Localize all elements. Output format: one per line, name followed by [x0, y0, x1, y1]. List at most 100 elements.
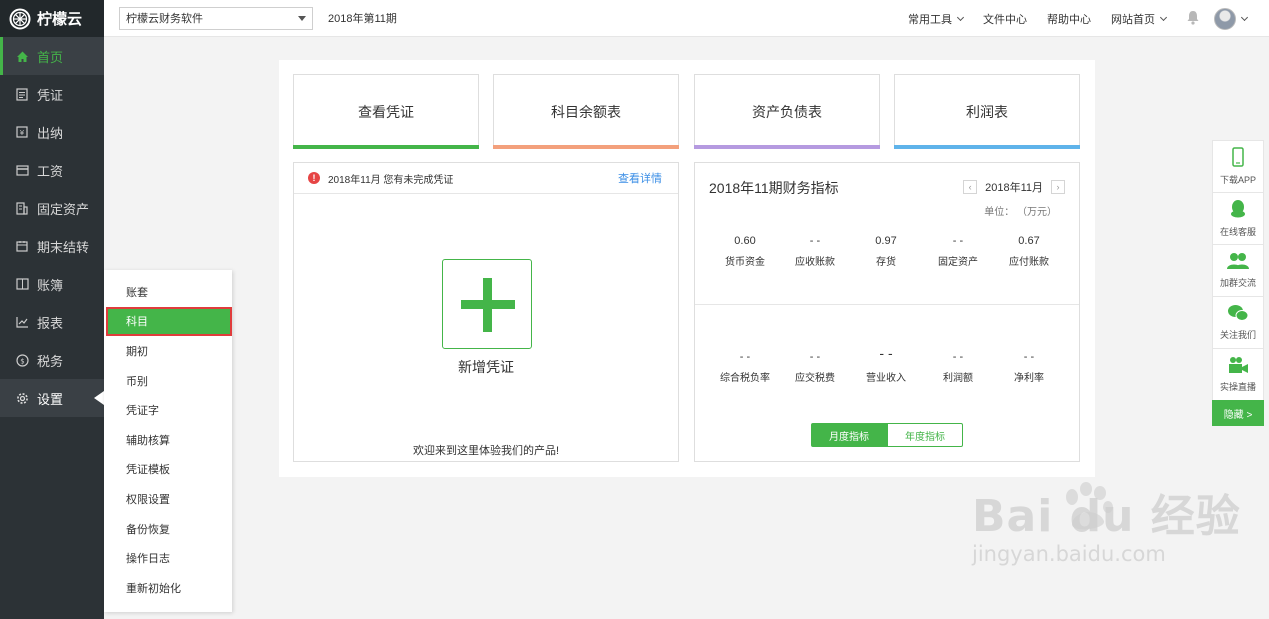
submenu-item-operation-log[interactable]: 操作日志 — [104, 543, 232, 573]
voucher-card: ! 2018年11月 您有未完成凭证 查看详情 新增凭证 欢迎来到这里体验我们的… — [293, 162, 679, 462]
sidebar-item-voucher[interactable]: 凭证 — [0, 75, 104, 113]
view-voucher-card[interactable]: 查看凭证 — [293, 74, 479, 149]
add-voucher-label[interactable]: 新增凭证 — [294, 357, 678, 377]
current-month: 2018年11月 — [985, 182, 1043, 194]
submenu-item-voucher-template[interactable]: 凭证模板 — [104, 455, 232, 485]
card-accent-bar — [293, 145, 479, 149]
bell-icon[interactable] — [1186, 10, 1200, 28]
card-accent-bar — [694, 145, 880, 149]
metric-payables: 0.67 应付账款 — [1009, 235, 1049, 268]
sidebar-item-fixed-assets[interactable]: 固定资产 — [0, 189, 104, 227]
company-select[interactable]: 柠檬云财务软件 — [119, 6, 313, 30]
prev-month-button[interactable]: ‹ — [963, 180, 978, 194]
sidebar: 柠檬云 首页 凭证 ¥ 出纳 工资 固定资产 期末结转 账簿 报表 $ 税务 设… — [0, 0, 104, 619]
phone-icon — [1232, 147, 1244, 169]
svg-text:$: $ — [20, 357, 24, 365]
account-balance-card[interactable]: 科目余额表 — [493, 74, 679, 149]
app-logo[interactable]: 柠檬云 — [0, 0, 104, 37]
view-details-link[interactable]: 查看详情 — [618, 170, 662, 186]
metric-inventory: 0.97 存货 — [875, 235, 897, 268]
tools-menu[interactable]: 常用工具 — [908, 11, 965, 27]
chevron-down-icon[interactable] — [1240, 13, 1249, 21]
lemon-logo-icon — [9, 8, 31, 29]
submenu-item-backup[interactable]: 备份恢复 — [104, 514, 232, 544]
file-center-link[interactable]: 文件中心 — [983, 11, 1027, 27]
submenu-item-aux-accounting[interactable]: 辅助核算 — [104, 425, 232, 455]
help-center-link[interactable]: 帮助中心 — [1047, 11, 1091, 27]
sidebar-item-cashier[interactable]: ¥ 出纳 — [0, 113, 104, 151]
paw-logo-icon — [1066, 482, 1113, 530]
metric-profit: - - 利润额 — [943, 351, 973, 384]
sidebar-item-reports[interactable]: 报表 — [0, 303, 104, 341]
tax-icon: $ — [15, 353, 29, 367]
website-home-menu[interactable]: 网站首页 — [1111, 11, 1168, 27]
sidebar-item-salary[interactable]: 工资 — [0, 151, 104, 189]
online-support-button[interactable]: 在线客服 — [1212, 192, 1264, 244]
sidebar-item-home[interactable]: 首页 — [0, 37, 104, 75]
follow-us-button[interactable]: 关注我们 — [1212, 296, 1264, 348]
welcome-text: 欢迎来到这里体验我们的产品! — [412, 445, 560, 457]
finance-title: 2018年11期财务指标 — [709, 180, 839, 196]
building-icon — [15, 201, 29, 215]
caret-down-icon — [298, 15, 306, 21]
chevron-down-icon — [956, 13, 965, 21]
submenu-item-currency[interactable]: 币别 — [104, 366, 232, 396]
submenu-item-voucher-word[interactable]: 凭证字 — [104, 395, 232, 425]
qq-icon — [1229, 199, 1247, 221]
app-name: 柠檬云 — [37, 11, 83, 28]
metric-cash: 0.60 货币资金 — [725, 235, 765, 268]
dashboard-panel: 查看凭证 科目余额表 资产负债表 利润表 ! 2018年11月 您有未完成凭证 … — [279, 60, 1095, 477]
card-accent-bar — [894, 145, 1080, 149]
card-icon — [15, 163, 29, 177]
submenu-item-account-set[interactable]: 账套 — [104, 277, 232, 307]
download-app-button[interactable]: 下载APP — [1212, 140, 1264, 192]
avatar[interactable] — [1214, 7, 1236, 30]
top-bar: 柠檬云财务软件 2018年第11期 常用工具 文件中心 帮助中心 网站首页 — [104, 0, 1269, 37]
income-statement-card[interactable]: 利润表 — [894, 74, 1080, 149]
sidebar-item-ledger[interactable]: 账簿 — [0, 265, 104, 303]
home-icon — [15, 49, 29, 63]
cash-icon: ¥ — [15, 125, 29, 139]
sidebar-item-tax[interactable]: $ 税务 — [0, 341, 104, 379]
metric-tax-burden: - - 综合税负率 — [720, 351, 770, 384]
submenu-item-reinitialize[interactable]: 重新初始化 — [104, 573, 232, 603]
card-accent-bar — [493, 145, 679, 149]
monthly-indicator-tab[interactable]: 月度指标 — [811, 423, 887, 447]
unfinished-voucher-notice: ! 2018年11月 您有未完成凭证 查看详情 — [294, 163, 678, 194]
settings-submenu: 账套 科目 期初 币别 凭证字 辅助核算 凭证模板 权限设置 备份恢复 操作日志… — [104, 270, 232, 612]
alert-icon: ! — [308, 172, 320, 184]
top-nav: 常用工具 文件中心 帮助中心 网站首页 — [888, 0, 1249, 37]
group-icon — [1226, 252, 1250, 272]
next-month-button[interactable]: › — [1051, 180, 1065, 194]
sidebar-item-period-close[interactable]: 期末结转 — [0, 227, 104, 265]
divider — [695, 304, 1079, 305]
metric-fixed-assets: - - 固定资产 — [938, 235, 978, 268]
chevron-down-icon — [1159, 13, 1168, 21]
chart-icon — [15, 315, 29, 329]
add-voucher-button[interactable] — [442, 259, 532, 349]
join-group-button[interactable]: 加群交流 — [1212, 244, 1264, 296]
unit-label: 单位： （万元） — [984, 207, 1057, 218]
gear-icon — [15, 391, 29, 405]
calendar-icon — [15, 239, 29, 253]
finance-indicators-card: 2018年11期财务指标 ‹ 2018年11月 › 单位： （万元） 0.60 货… — [694, 162, 1080, 462]
yearly-indicator-tab[interactable]: 年度指标 — [887, 423, 963, 447]
wechat-icon — [1227, 304, 1249, 324]
balance-sheet-card[interactable]: 资产负债表 — [694, 74, 880, 149]
video-icon — [1227, 356, 1249, 376]
metric-net-margin: - - 净利率 — [1014, 351, 1044, 384]
book-icon — [15, 277, 29, 291]
indicator-toggle: 月度指标 年度指标 — [811, 423, 963, 447]
current-period: 2018年第11期 — [328, 13, 397, 25]
date-navigator: ‹ 2018年11月 › — [963, 179, 1065, 195]
submenu-item-permissions[interactable]: 权限设置 — [104, 484, 232, 514]
hide-bar-button[interactable]: 隐藏 > — [1212, 400, 1264, 426]
live-training-button[interactable]: 实操直播 — [1212, 348, 1264, 400]
sidebar-item-settings[interactable]: 设置 — [0, 379, 104, 417]
svg-text:¥: ¥ — [20, 129, 25, 137]
metric-receivables: - - 应收账款 — [795, 235, 835, 268]
metric-revenue: - - 营业收入 — [866, 345, 906, 384]
submenu-item-subjects[interactable]: 科目 — [106, 306, 232, 337]
submenu-item-opening[interactable]: 期初 — [104, 336, 232, 366]
document-icon — [15, 87, 29, 101]
